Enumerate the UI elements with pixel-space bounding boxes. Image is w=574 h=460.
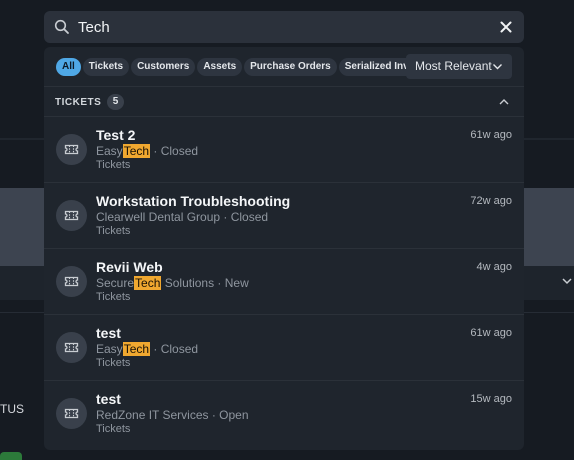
result-timestamp: 4w ago — [476, 261, 512, 273]
ticket-icon — [56, 200, 87, 231]
search-match-highlight: Tech — [134, 276, 162, 290]
result-title: test — [96, 325, 121, 341]
result-subtitle: RedZone IT Services · Open — [96, 408, 249, 422]
results-list: Test 2 EasyTech · Closed Tickets 61w ago… — [44, 116, 524, 446]
ticket-icon — [56, 266, 87, 297]
result-timestamp: 61w ago — [470, 129, 512, 141]
ticket-icon — [56, 332, 87, 363]
filter-chip-tickets[interactable]: Tickets — [82, 58, 130, 76]
result-subtitle: SecureTech Solutions · New — [96, 276, 249, 290]
result-item[interactable]: Test 2 EasyTech · Closed Tickets 61w ago — [44, 116, 524, 182]
section-count-badge: 5 — [107, 94, 124, 110]
filter-chip-list: All Tickets Customers Assets Purchase Orders… — [56, 58, 408, 78]
search-input[interactable] — [78, 15, 488, 39]
background-status-badge — [0, 452, 22, 460]
result-timestamp: 61w ago — [470, 327, 512, 339]
chevron-down-icon — [562, 278, 572, 285]
search-match-highlight: Tech — [122, 342, 151, 356]
result-subtitle: Clearwell Dental Group · Closed — [96, 210, 269, 224]
result-item[interactable]: test RedZone IT Services · Open Tickets … — [44, 380, 524, 446]
result-category: Tickets — [96, 159, 131, 171]
result-category: Tickets — [96, 291, 131, 303]
tickets-section-header: TICKETS 5 — [44, 88, 524, 116]
chevron-up-icon[interactable] — [498, 96, 510, 108]
section-title: TICKETS — [55, 97, 102, 108]
sort-dropdown[interactable]: Most Relevant — [406, 54, 512, 79]
filter-bar: All Tickets Customers Assets Purchase Orders… — [44, 47, 524, 87]
ticket-icon — [56, 398, 87, 429]
result-title: Workstation Troubleshooting — [96, 193, 291, 209]
result-title: test — [96, 391, 121, 407]
result-timestamp: 15w ago — [470, 393, 512, 405]
result-timestamp: 72w ago — [470, 195, 512, 207]
result-item[interactable]: Workstation Troubleshooting Clearwell De… — [44, 182, 524, 248]
search-icon — [54, 19, 69, 34]
search-match-highlight: Tech — [122, 144, 151, 158]
result-subtitle: EasyTech · Closed — [96, 144, 199, 158]
result-title: Test 2 — [96, 127, 136, 143]
result-subtitle: EasyTech · Closed — [96, 342, 199, 356]
filter-chip-assets[interactable]: Assets — [197, 58, 243, 76]
result-category: Tickets — [96, 357, 131, 369]
result-category: Tickets — [96, 423, 131, 435]
filter-chip-purchase-orders[interactable]: Purchase Orders — [244, 58, 337, 76]
result-category: Tickets — [96, 225, 131, 237]
filter-chip-customers[interactable]: Customers — [131, 58, 196, 76]
background-status-label: TUS — [0, 402, 24, 416]
close-icon[interactable] — [498, 19, 514, 35]
result-item[interactable]: Revii Web SecureTech Solutions · New Tic… — [44, 248, 524, 314]
ticket-icon — [56, 134, 87, 165]
result-item[interactable]: test EasyTech · Closed Tickets 61w ago — [44, 314, 524, 380]
sort-dropdown-label: Most Relevant — [415, 59, 492, 73]
result-title: Revii Web — [96, 259, 163, 275]
filter-chip-serialized-inventory[interactable]: Serialized Inventory — [338, 58, 408, 76]
global-search-bar[interactable] — [44, 11, 524, 43]
chevron-down-icon — [493, 64, 502, 70]
filter-chip-all[interactable]: All — [56, 58, 81, 76]
search-results-panel: All Tickets Customers Assets Purchase Orders… — [44, 47, 524, 450]
